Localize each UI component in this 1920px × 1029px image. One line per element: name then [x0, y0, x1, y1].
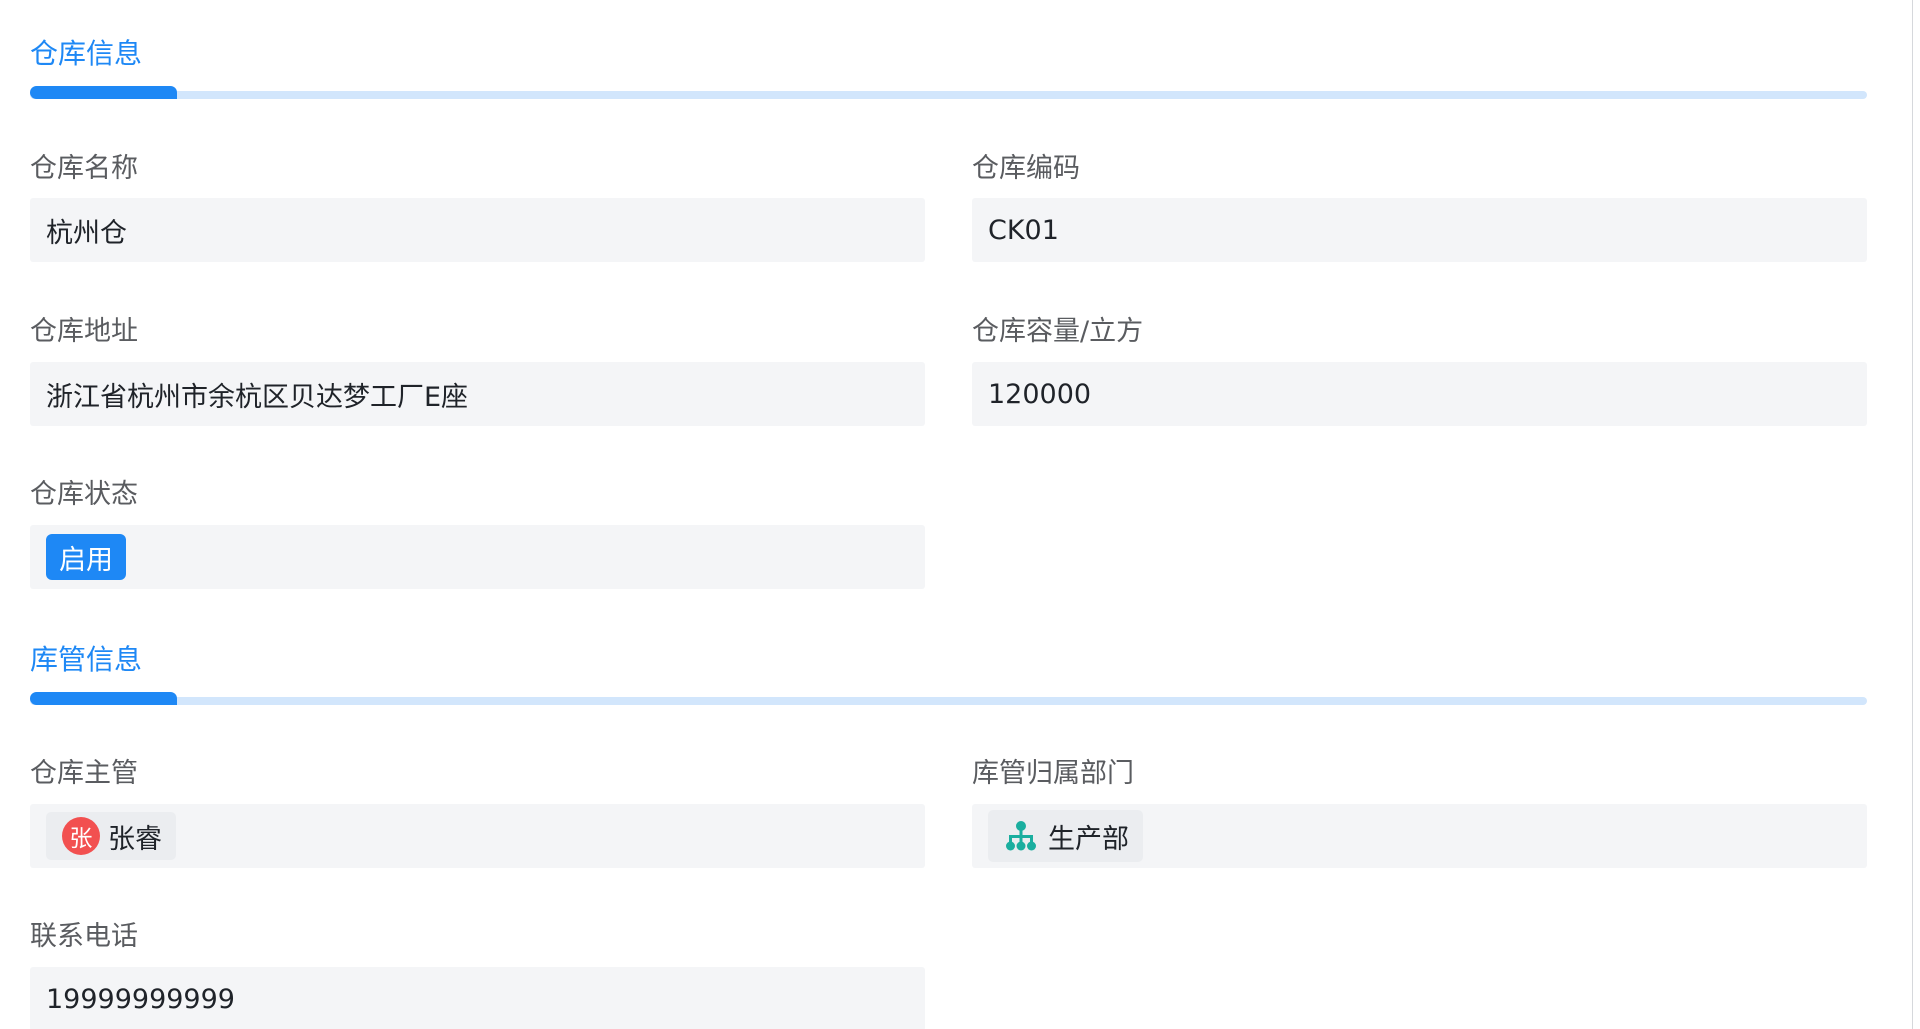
user-chip[interactable]: 张 张睿 [46, 812, 176, 860]
avatar: 张 [62, 817, 100, 855]
warehouse-name-field: 杭州仓 [30, 198, 925, 262]
department-chip-name: 生产部 [1048, 823, 1129, 855]
department-chip[interactable]: 生产部 [988, 810, 1143, 862]
keeper-department-label: 库管归属部门 [972, 758, 1134, 789]
warehouse-name-value: 杭州仓 [46, 217, 127, 249]
section-divider-accent [30, 692, 177, 705]
warehouse-manager-field: 张 张睿 [30, 804, 925, 868]
warehouse-address-label: 仓库地址 [30, 316, 138, 347]
vertical-scrollbar[interactable] [1912, 0, 1920, 1029]
section-title-warehouse-info: 仓库信息 [30, 37, 143, 70]
warehouse-name-label: 仓库名称 [30, 153, 138, 184]
warehouse-manager-label: 仓库主管 [30, 758, 138, 789]
warehouse-address-field: 浙江省杭州市余杭区贝达梦工厂E座 [30, 362, 925, 426]
warehouse-capacity-value: 120000 [988, 378, 1092, 410]
warehouse-address-value: 浙江省杭州市余杭区贝达梦工厂E座 [46, 381, 469, 413]
user-chip-name: 张睿 [108, 823, 162, 855]
contact-phone-label: 联系电话 [30, 921, 138, 952]
warehouse-capacity-label: 仓库容量/立方 [972, 316, 1144, 347]
org-chart-icon [1004, 819, 1038, 853]
section-divider-keeper-info [30, 692, 1867, 705]
section-divider-warehouse-info [30, 86, 1867, 99]
section-divider-accent [30, 86, 177, 99]
contact-phone-value: 19999999999 [46, 983, 235, 1015]
warehouse-code-label: 仓库编码 [972, 153, 1080, 184]
contact-phone-field: 19999999999 [30, 967, 925, 1029]
warehouse-code-value: CK01 [988, 214, 1059, 246]
section-title-keeper-info: 库管信息 [30, 643, 143, 676]
warehouse-status-field: 启用 [30, 525, 925, 589]
warehouse-capacity-field: 120000 [972, 362, 1867, 426]
warehouse-detail-page: 仓库信息 仓库名称 杭州仓 仓库编码 CK01 仓库地址 浙江省杭州市余杭区贝达… [0, 0, 1920, 1029]
warehouse-code-field: CK01 [972, 198, 1867, 262]
status-badge: 启用 [46, 534, 126, 580]
scrollbar-track [1912, 0, 1913, 1029]
keeper-department-field: 生产部 [972, 804, 1867, 868]
warehouse-status-label: 仓库状态 [30, 479, 138, 510]
